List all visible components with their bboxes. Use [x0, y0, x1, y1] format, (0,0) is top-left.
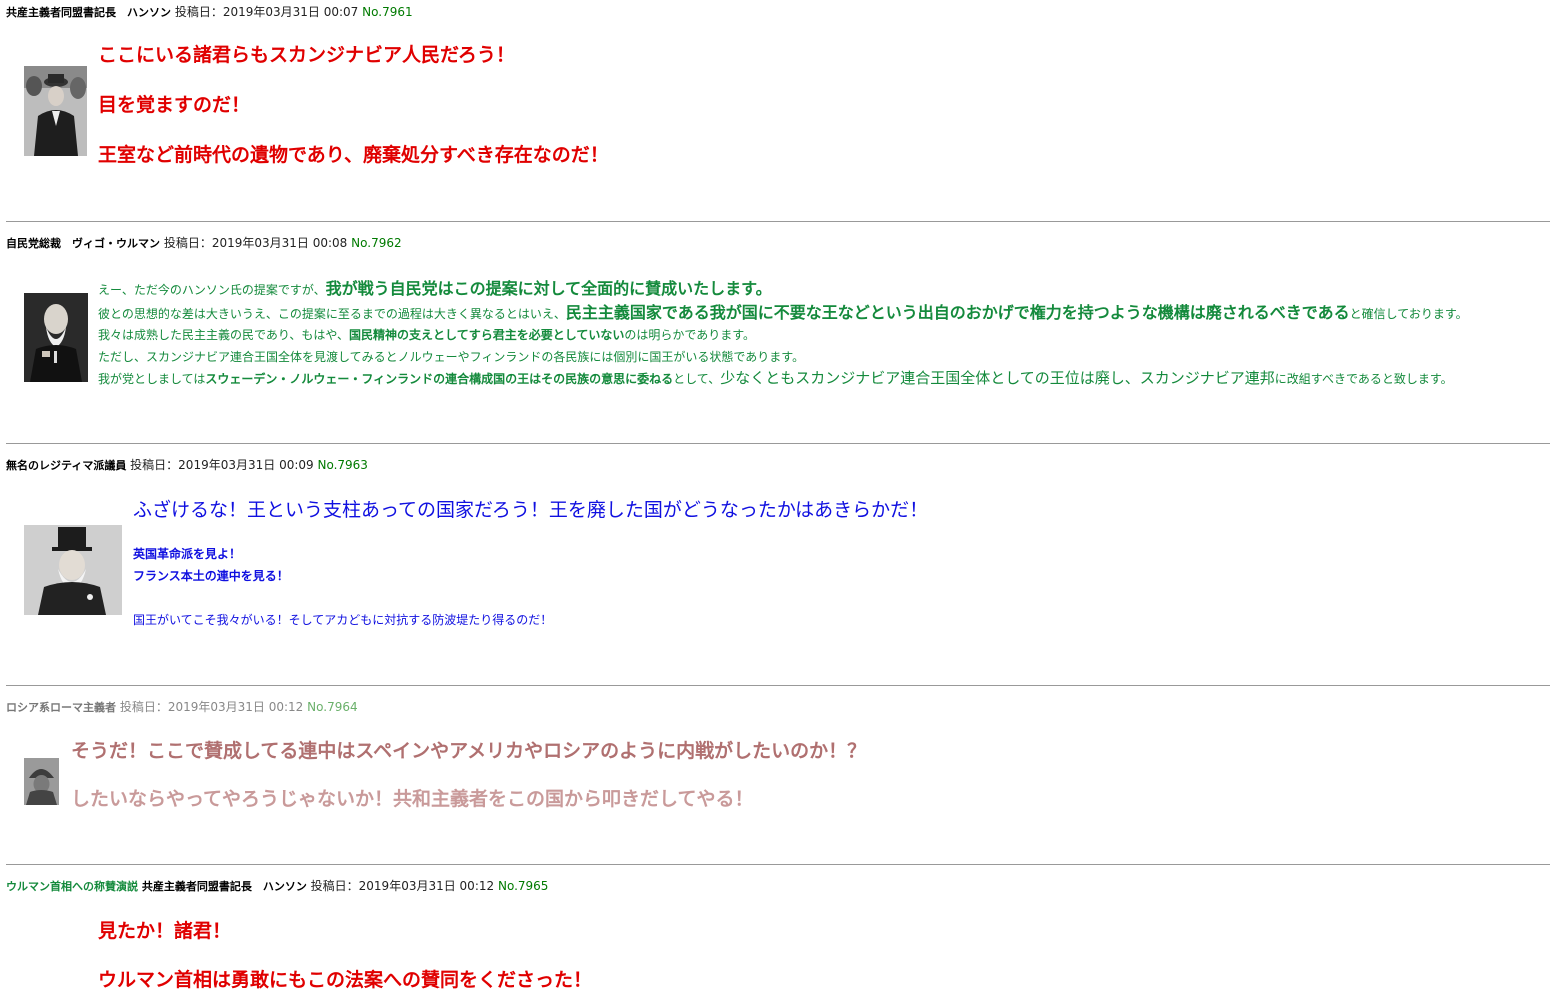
post-header: 共産主義者同盟書記長 ハンソン 投稿日：2019年03月31日 00:07 No…: [6, 4, 413, 21]
avatar: [24, 758, 59, 805]
post-text-line: 我が党としましてはスウェーデン・ノルウェー・フィンランドの連合構成国の王はその民…: [98, 369, 1453, 387]
post-text-line: ここにいる諸君らもスカンジナビア人民だろう！: [98, 44, 515, 66]
author-name: 無名のレジティマ派議員: [6, 459, 127, 472]
post-date: 投稿日：2019年03月31日 00:09: [130, 458, 314, 472]
post-7962: 自民党総裁 ヴィゴ・ウルマン 投稿日：2019年03月31日 00:08 No.…: [0, 222, 1550, 444]
post-header: ウルマン首相への称賛演説 共産主義者同盟書記長 ハンソン 投稿日：2019年03…: [6, 878, 548, 895]
post-text-line: そうだ！ここで賛成してる連中はスペインやアメリカやロシアのように内戦がしたいのか…: [71, 740, 867, 762]
avatar: [24, 293, 88, 382]
post-number[interactable]: No.7961: [362, 5, 412, 19]
post-text-line: ふざけるな！王という支柱あっての国家だろう！王を廃した国がどうなったかはあきらか…: [133, 499, 929, 521]
author-name: 共産主義者同盟書記長 ハンソン: [6, 6, 171, 19]
post-number[interactable]: No.7964: [307, 700, 357, 714]
post-number[interactable]: No.7965: [498, 879, 548, 893]
post-text-line: ただし、スカンジナビア連合王国全体を見渡してみるとノルウェーやフィンランドの各民…: [98, 350, 805, 364]
post-7964: ロシア系ローマ主義者 投稿日：2019年03月31日 00:12 No.7964…: [0, 686, 1550, 864]
post-7965: ウルマン首相への称賛演説 共産主義者同盟書記長 ハンソン 投稿日：2019年03…: [0, 865, 1550, 991]
post-header: ロシア系ローマ主義者 投稿日：2019年03月31日 00:12 No.7964: [6, 699, 358, 716]
post-number[interactable]: No.7962: [351, 236, 401, 250]
author-name: 自民党総裁 ヴィゴ・ウルマン: [6, 237, 160, 250]
post-text-line: 我々は成熟した民主主義の民であり、もはや、国民精神の支えとしてすら君主を必要とし…: [98, 328, 756, 342]
post-text-line: 国王がいてこそ我々がいる！そしてアカどもに対抗する防波堤たり得るのだ！: [133, 613, 553, 627]
post-date: 投稿日：2019年03月31日 00:08: [163, 236, 348, 250]
post-header: 自民党総裁 ヴィゴ・ウルマン 投稿日：2019年03月31日 00:08 No.…: [6, 235, 402, 252]
avatar: [24, 66, 87, 156]
post-text-line: ウルマン首相は勇敢にもこの法案への賛同をくださった！: [98, 969, 593, 991]
post-text-line: 王室など前時代の遺物であり、廃棄処分すべき存在なのだ！: [98, 144, 609, 166]
post-text-line: 見たか！諸君！: [98, 920, 232, 942]
post-7961: 共産主義者同盟書記長 ハンソン 投稿日：2019年03月31日 00:07 No…: [0, 0, 1550, 222]
post-text-line: 目を覚ますのだ！: [98, 94, 251, 116]
post-date: 投稿日：2019年03月31日 00:07: [174, 5, 359, 19]
post-text-line: 英国革命派を見よ！: [133, 547, 242, 561]
post-7963: 無名のレジティマ派議員 投稿日：2019年03月31日 00:09 No.796…: [0, 444, 1550, 686]
post-header: 無名のレジティマ派議員 投稿日：2019年03月31日 00:09 No.796…: [6, 457, 368, 474]
post-date: 投稿日：2019年03月31日 00:12: [310, 879, 495, 893]
avatar: [24, 525, 122, 615]
author-name: 共産主義者同盟書記長 ハンソン: [141, 880, 307, 893]
post-text-line: 彼との思想的な差は大きいうえ、この提案に至るまでの過程は大きく異なるとはいえ、民…: [98, 303, 1468, 322]
post-text-line: えー、ただ今のハンソン氏の提案ですが、我が戦う自民党はこの提案に対して全面的に賛…: [98, 279, 772, 298]
post-text-line: したいならやってやろうじゃないか！共和主義者をこの国から叩きだしてやる！: [71, 788, 754, 810]
post-number[interactable]: No.7963: [317, 458, 367, 472]
post-text-line: フランス本土の連中を見る！: [133, 569, 289, 583]
author-name: ロシア系ローマ主義者: [6, 701, 116, 714]
post-date: 投稿日：2019年03月31日 00:12: [119, 700, 304, 714]
post-subject: ウルマン首相への称賛演説: [6, 880, 138, 893]
